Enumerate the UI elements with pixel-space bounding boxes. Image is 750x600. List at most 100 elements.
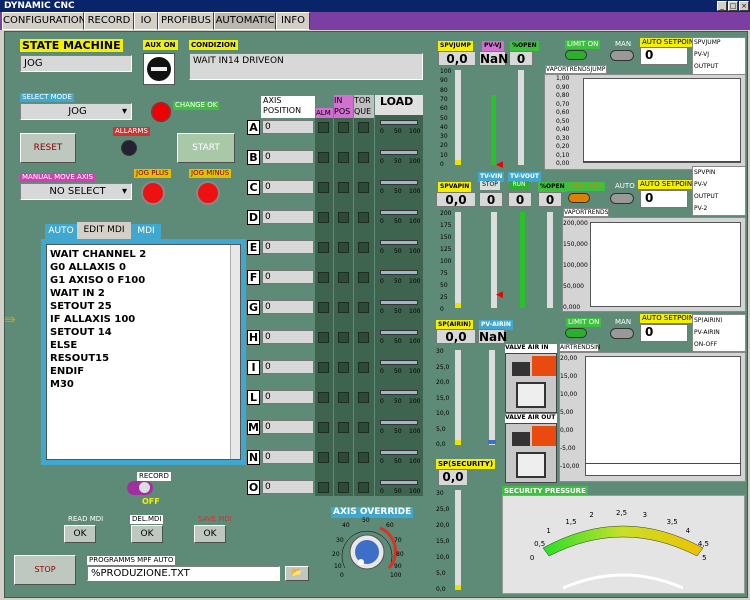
manual-move-label: MANUAL MOVE AXIS	[20, 173, 96, 182]
aux-on-switch[interactable]	[143, 53, 175, 85]
inpos-led	[338, 362, 349, 373]
chevron-down-icon: ▾	[121, 186, 127, 197]
knob-tick: 50	[362, 517, 370, 524]
man3-toggle[interactable]	[610, 328, 634, 339]
axis-tick: -10,00	[560, 463, 580, 470]
axis-tick: 0,40	[556, 126, 570, 133]
pid2-tick: 175	[440, 222, 452, 229]
sp-security-slider[interactable]	[455, 490, 461, 590]
axis-override-knob[interactable]	[333, 520, 401, 580]
load-tick: 0	[380, 128, 384, 135]
load-tick: 100	[409, 248, 421, 255]
manual-move-dropdown[interactable]: NO SELECT ▾	[20, 183, 132, 200]
load-tick: 100	[409, 218, 421, 225]
limit2-label: LIMIT OFF	[567, 182, 606, 191]
load-tick: 0	[380, 368, 384, 375]
mdi-editor[interactable]: WAIT CHANNEL 2 G0 ALLAXIS 0 G1 AXISO 0 F…	[46, 244, 241, 460]
run2-button[interactable]: RUN	[509, 181, 529, 190]
tab-automatic[interactable]: AUTOMATIC	[214, 12, 276, 30]
jog-minus-button[interactable]	[196, 181, 220, 205]
editor-tab-mdi[interactable]: MDI	[131, 224, 161, 239]
spvapin-slider[interactable]	[455, 212, 461, 308]
load-tick: 0	[380, 218, 384, 225]
setpoint1-input[interactable]: 0	[640, 47, 688, 65]
load-column	[375, 115, 423, 496]
tab-configuration[interactable]: CONFIGURATION	[2, 12, 86, 30]
pv-vj-value: NaN	[479, 51, 509, 66]
tab-record[interactable]: RECORD	[84, 12, 134, 30]
editor-tab-edit-mdi[interactable]: EDIT MDI	[77, 222, 131, 239]
alm-led	[318, 422, 329, 433]
torque-led	[358, 302, 369, 313]
tab-io[interactable]: IO	[134, 12, 158, 30]
minimize-icon[interactable]: _	[717, 1, 727, 11]
editor-scrollbar[interactable]	[230, 245, 240, 459]
load-bar	[380, 120, 418, 125]
alm-header: ALM	[316, 108, 333, 118]
valve-air-out-label: VALVE AIR OUT	[505, 414, 557, 423]
del-mdi-button[interactable]: OK	[131, 525, 163, 543]
inpos-led	[338, 272, 349, 283]
axis-tick: 150,000	[563, 241, 588, 248]
limit2-led	[568, 193, 590, 203]
axis-position-header: AXIS POSITION	[261, 96, 315, 118]
knob-tick: 70	[394, 537, 402, 544]
spvjump-label: SPVJUMP	[438, 41, 473, 51]
knob-tick: 60	[386, 522, 394, 529]
torque-led	[358, 332, 369, 343]
programs-label: PROGRAMMS MPF AUTO	[87, 556, 176, 565]
maximize-icon[interactable]: □	[728, 1, 738, 11]
valve-air-in-label: VALVE AIR IN	[505, 344, 557, 353]
start-button[interactable]: START	[177, 133, 235, 163]
programs-path-field[interactable]: %PRODUZIONE.TXT	[87, 566, 280, 581]
axis-tick: 100	[440, 68, 452, 75]
valve-air-out[interactable]	[505, 423, 557, 483]
inpos-led	[338, 332, 349, 343]
gauge-tick: 2,5	[616, 508, 628, 517]
axis-tick: 50,000	[563, 283, 584, 290]
load-bar	[380, 240, 418, 245]
axis-label-o: O	[247, 480, 260, 495]
knob-tick: 90	[394, 563, 402, 570]
tab-info[interactable]: INFO	[276, 12, 310, 30]
security-tick: 0,0	[436, 586, 446, 593]
setpoint3-input[interactable]: 0	[640, 324, 688, 342]
inpos-header: IN POS	[334, 95, 353, 118]
folder-icon[interactable]: 📂	[285, 566, 309, 581]
read-mdi-button[interactable]: OK	[64, 525, 96, 543]
stop-button[interactable]: STOP	[14, 555, 76, 585]
torque-led	[358, 452, 369, 463]
axis-label-g: G	[247, 300, 260, 315]
stop2-button[interactable]: STOP	[480, 181, 500, 190]
alm-led	[318, 302, 329, 313]
editor-tab-auto[interactable]: AUTO	[45, 224, 77, 239]
axis-tick: 0,30	[556, 134, 570, 142]
sp-security-thumb[interactable]	[455, 585, 461, 590]
load-tick: 0	[380, 398, 384, 405]
auto2-toggle[interactable]	[610, 193, 634, 204]
man1-toggle[interactable]	[610, 50, 634, 61]
jog-plus-button[interactable]	[141, 181, 165, 205]
tab-profibus[interactable]: PROFIBUS	[158, 12, 214, 30]
load-header: LOAD	[375, 95, 423, 115]
spvapin-thumb[interactable]	[455, 303, 461, 308]
gauge-tick: 1,5	[565, 517, 577, 526]
spvjump-slider[interactable]	[455, 70, 461, 165]
select-mode-dropdown[interactable]: JOG ▾	[20, 103, 132, 120]
reset-button[interactable]: RESET	[20, 133, 76, 163]
axis-label-a: A	[247, 120, 260, 135]
code-line: M30	[50, 379, 74, 390]
save-mdi-button[interactable]: OK	[194, 525, 226, 543]
setpoint2-input[interactable]: 0	[640, 190, 688, 208]
pid2-tick: 0	[440, 306, 444, 313]
sp-security-label: SP(SECURITY)	[436, 459, 496, 469]
load-tick: 50	[394, 188, 402, 195]
load-bar	[380, 450, 418, 455]
sp-airin-slider[interactable]	[455, 350, 461, 445]
valve-air-in[interactable]	[505, 353, 557, 413]
spvjump-thumb[interactable]	[455, 160, 461, 165]
tv-vin-value: 0	[479, 192, 503, 207]
close-icon[interactable]: ×	[739, 1, 749, 11]
sp-airin-thumb[interactable]	[455, 440, 461, 445]
record-toggle[interactable]	[127, 481, 153, 495]
